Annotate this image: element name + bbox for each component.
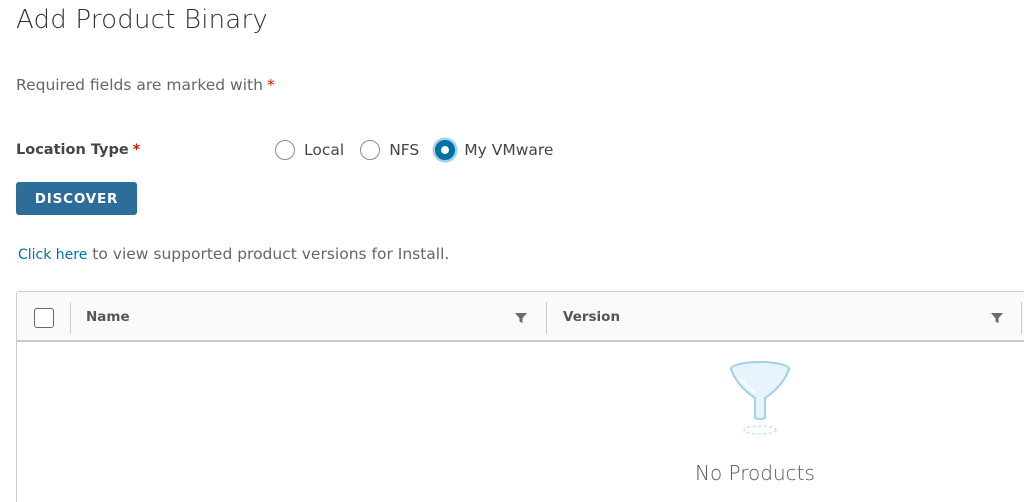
location-type-radio-group: Local NFS My VMware	[275, 138, 569, 162]
filter-icon[interactable]	[990, 311, 1004, 325]
location-type-label-text: Location Type	[16, 142, 129, 158]
column-header-name[interactable]: Name	[86, 307, 130, 327]
column-separator[interactable]	[546, 302, 547, 334]
add-product-binary-page: Add Product Binary Required fields are m…	[0, 0, 1024, 502]
radio-my-vmware[interactable]	[435, 140, 456, 160]
radio-option-nfs[interactable]: NFS	[360, 139, 419, 161]
required-asterisk: *	[266, 76, 275, 94]
supported-versions-info: Click here to view supported product ver…	[18, 243, 449, 266]
page-title: Add Product Binary	[16, 5, 268, 35]
product-binary-grid: Name Version No Products	[16, 291, 1024, 502]
required-fields-note: Required fields are marked with *	[16, 74, 275, 96]
radio-option-local[interactable]: Local	[275, 139, 344, 161]
grid-empty-state: No Products	[17, 344, 1024, 502]
grid-header: Name Version	[17, 292, 1024, 342]
radio-local-label[interactable]: Local	[304, 139, 344, 161]
column-header-version[interactable]: Version	[563, 307, 620, 327]
radio-local[interactable]	[275, 140, 295, 160]
no-products-message: No Products	[695, 461, 815, 485]
column-separator	[70, 302, 71, 334]
radio-option-my-vmware[interactable]: My VMware	[435, 139, 553, 161]
required-note-text: Required fields are marked with	[16, 76, 263, 94]
click-here-link[interactable]: Click here	[18, 247, 87, 263]
select-all-checkbox[interactable]	[34, 308, 54, 328]
radio-my-vmware-label[interactable]: My VMware	[464, 139, 553, 161]
column-separator[interactable]	[1021, 302, 1022, 334]
location-type-required-asterisk: *	[132, 142, 141, 158]
radio-nfs-label[interactable]: NFS	[389, 139, 419, 161]
filter-icon[interactable]	[514, 311, 528, 325]
funnel-empty-icon	[730, 361, 790, 435]
location-type-label: Location Type *	[16, 139, 140, 161]
supported-versions-text: to view supported product versions for I…	[87, 245, 450, 263]
discover-button[interactable]: DISCOVER	[16, 182, 137, 215]
radio-nfs[interactable]	[360, 140, 381, 160]
